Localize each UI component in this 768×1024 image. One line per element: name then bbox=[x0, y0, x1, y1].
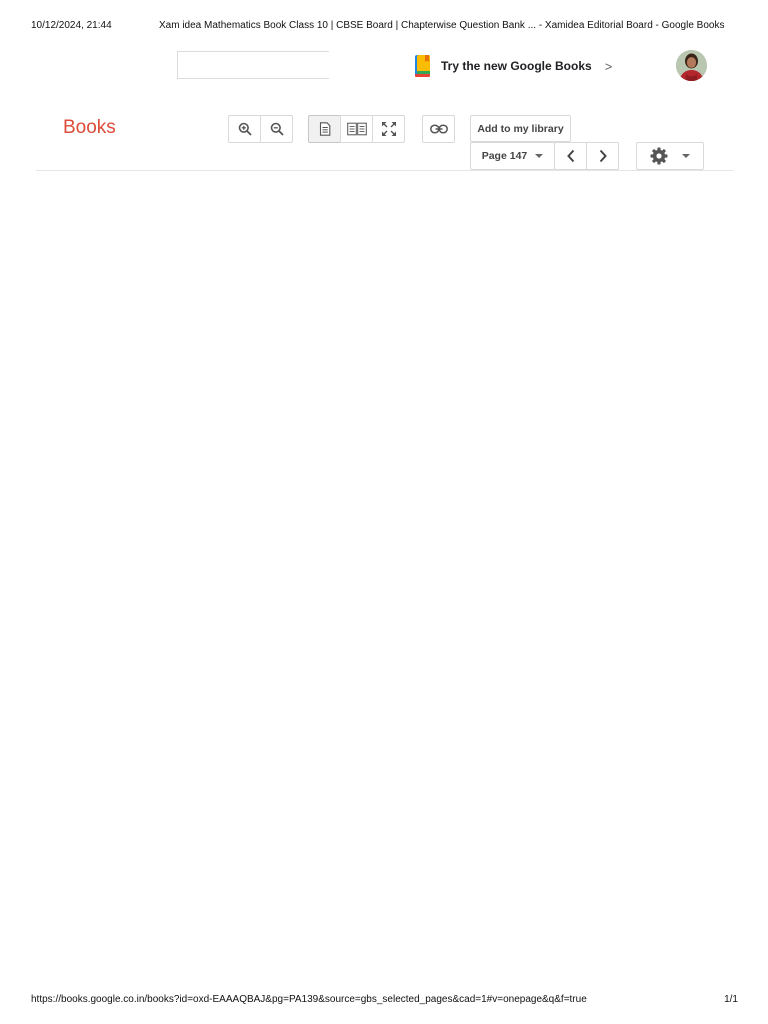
print-page-count: 1/1 bbox=[724, 994, 738, 1005]
view-mode-controls bbox=[308, 115, 405, 143]
print-page-title: Xam idea Mathematics Book Class 10 | CBS… bbox=[159, 20, 725, 31]
print-datetime: 10/12/2024, 21:44 bbox=[31, 20, 112, 31]
chevron-right-icon bbox=[599, 149, 607, 163]
two-page-view-button[interactable] bbox=[340, 115, 373, 143]
chevron-left-icon bbox=[566, 149, 574, 163]
single-page-view-button[interactable] bbox=[308, 115, 341, 143]
caret-down-icon bbox=[535, 154, 544, 158]
link-button[interactable] bbox=[422, 115, 455, 143]
zoom-controls bbox=[228, 115, 293, 143]
try-new-google-books-label: Try the new Google Books bbox=[441, 59, 592, 73]
toolbar-divider bbox=[36, 170, 733, 171]
caret-down-icon bbox=[682, 154, 690, 158]
zoom-in-button[interactable] bbox=[228, 115, 261, 143]
fullscreen-icon bbox=[381, 122, 396, 136]
print-page: 10/12/2024, 21:44 Xam idea Mathematics B… bbox=[0, 0, 768, 1024]
two-page-icon bbox=[346, 122, 367, 136]
next-page-button[interactable] bbox=[586, 142, 619, 170]
page-selector-label: Page 147 bbox=[481, 150, 528, 162]
zoom-out-icon bbox=[270, 122, 284, 136]
print-url: https://books.google.co.in/books?id=oxd-… bbox=[31, 994, 587, 1005]
user-profile-photo bbox=[676, 50, 707, 81]
settings-menu-button[interactable] bbox=[636, 142, 704, 170]
books-logo[interactable]: Books bbox=[63, 117, 116, 139]
zoom-out-button[interactable] bbox=[260, 115, 293, 143]
zoom-in-icon bbox=[238, 122, 252, 136]
try-new-google-books-link[interactable]: Try the new Google Books > bbox=[414, 54, 612, 78]
single-page-icon bbox=[319, 122, 330, 136]
page-selector-dropdown[interactable]: Page 147 bbox=[470, 142, 555, 170]
previous-page-button[interactable] bbox=[554, 142, 587, 170]
gear-icon bbox=[650, 147, 668, 165]
page-navigation bbox=[554, 142, 619, 170]
chevron-right-icon: > bbox=[604, 58, 613, 74]
search-input[interactable] bbox=[177, 51, 329, 79]
avatar[interactable] bbox=[676, 50, 707, 81]
fullscreen-button[interactable] bbox=[372, 115, 405, 143]
add-to-library-button[interactable]: Add to my library bbox=[470, 115, 571, 142]
google-books-icon bbox=[415, 55, 430, 77]
link-icon bbox=[429, 124, 448, 134]
